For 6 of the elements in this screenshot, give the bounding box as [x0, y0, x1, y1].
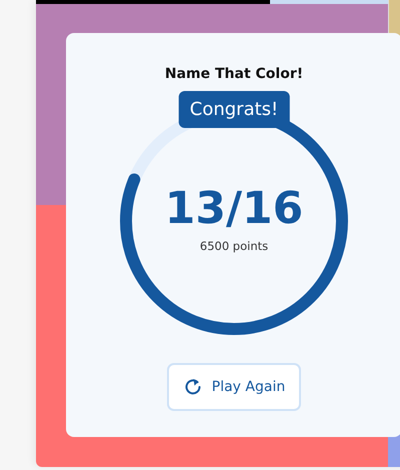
score-text: 13/16 [164, 184, 304, 234]
play-again-button[interactable]: Play Again [166, 363, 302, 411]
game-title: Name That Color! [164, 66, 304, 82]
refresh-icon [182, 377, 203, 397]
points-text: 6500 points [200, 239, 268, 254]
congrats-badge: Congrats! [178, 91, 290, 128]
